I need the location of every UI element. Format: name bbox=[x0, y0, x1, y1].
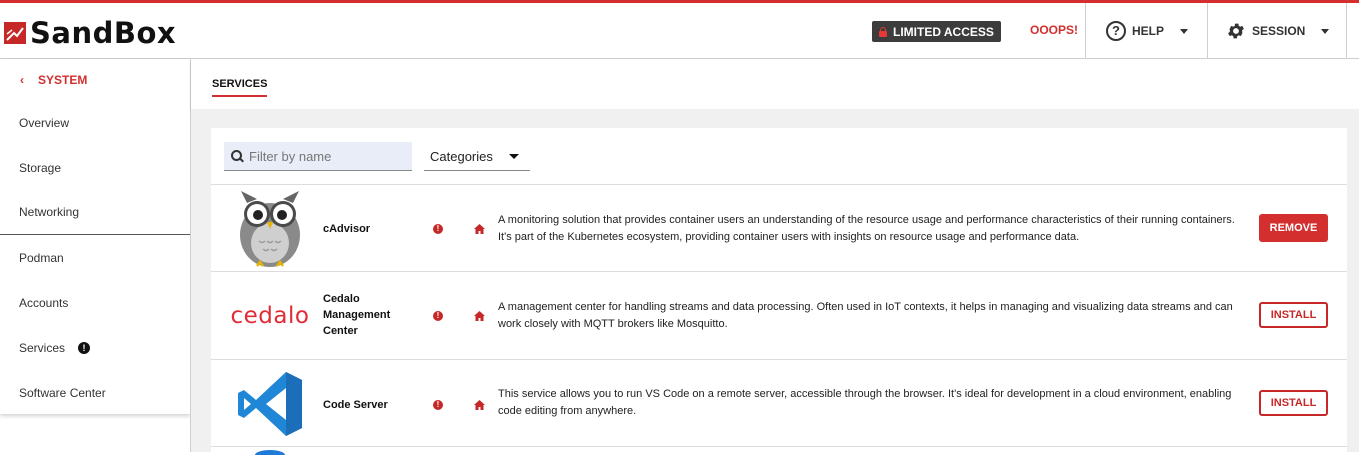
limited-access-badge: LIMITED ACCESS bbox=[872, 21, 1001, 42]
info-icon[interactable]: ! bbox=[433, 400, 443, 410]
install-button[interactable]: INSTALL bbox=[1259, 390, 1328, 416]
owl-icon bbox=[211, 185, 329, 273]
help-label: HELP bbox=[1132, 24, 1165, 38]
service-row: cedalo Cedalo Management Center ! A mana… bbox=[211, 271, 1347, 359]
sidebar-item-overview[interactable]: Overview bbox=[0, 100, 191, 145]
help-icon: ? bbox=[1106, 21, 1126, 41]
vscode-icon bbox=[211, 360, 329, 448]
gear-icon bbox=[1228, 23, 1244, 39]
service-description: A monitoring solution that provides cont… bbox=[498, 214, 1235, 243]
sidebar-item-label: Networking bbox=[19, 205, 80, 219]
sidebar-item-label: Overview bbox=[19, 115, 70, 130]
search-icon bbox=[231, 150, 243, 162]
logo-mark-icon bbox=[4, 22, 26, 44]
sidebar-item-networking[interactable]: Networking bbox=[0, 190, 191, 235]
sidebar: ‹ SYSTEM Overview Storage Networking Pod… bbox=[0, 59, 191, 414]
chevron-left-icon: ‹ bbox=[20, 72, 24, 87]
help-menu-button[interactable]: ? HELP bbox=[1085, 3, 1207, 59]
service-name: cAdvisor bbox=[323, 223, 371, 235]
filter-input[interactable] bbox=[249, 148, 399, 164]
home-icon[interactable] bbox=[474, 400, 485, 410]
service-name: Cedalo Management Center bbox=[323, 293, 391, 337]
service-row bbox=[211, 446, 1347, 456]
filter-field[interactable] bbox=[224, 142, 412, 171]
alert-badge-icon: ! bbox=[78, 341, 91, 354]
caret-down-icon bbox=[508, 153, 519, 159]
chevron-down-icon bbox=[1321, 28, 1330, 34]
sidebar-item-storage[interactable]: Storage bbox=[0, 145, 191, 190]
sidebar-item-services[interactable]: Services ! bbox=[0, 325, 191, 370]
sidebar-item-label: Accounts bbox=[19, 295, 69, 310]
service-description: This service allows you to run VS Code o… bbox=[498, 388, 1232, 417]
home-icon[interactable] bbox=[474, 311, 485, 321]
page-tabs: SERVICES bbox=[191, 59, 1359, 109]
app-logo[interactable]: SandBox bbox=[4, 18, 176, 48]
categories-select[interactable]: Categories bbox=[424, 142, 530, 171]
limited-access-label: LIMITED ACCESS bbox=[893, 24, 994, 39]
sidebar-back-label: SYSTEM bbox=[38, 72, 88, 87]
chevron-down-icon bbox=[1180, 28, 1189, 34]
lock-icon bbox=[878, 26, 887, 37]
sidebar-item-label: Storage bbox=[19, 160, 62, 175]
install-button[interactable]: INSTALL bbox=[1259, 302, 1328, 328]
sidebar-item-label: Services bbox=[19, 340, 66, 355]
sidebar-item-label: Podman bbox=[19, 250, 64, 265]
info-icon[interactable]: ! bbox=[433, 311, 443, 321]
sidebar-item-accounts[interactable]: Accounts bbox=[0, 280, 191, 325]
sidebar-item-label: Software Center bbox=[19, 385, 106, 400]
remove-button[interactable]: REMOVE bbox=[1259, 214, 1328, 242]
service-row: cAdvisor ! A monitoring solution that pr… bbox=[211, 184, 1347, 272]
session-label: SESSION bbox=[1252, 24, 1306, 38]
app-header: SandBox LIMITED ACCESS OOOPS! ? HELP SES… bbox=[0, 3, 1359, 59]
service-row: Code Server ! This service allows you to… bbox=[211, 359, 1347, 447]
cedalo-logo-text: cedalo bbox=[230, 303, 310, 329]
info-icon[interactable]: ! bbox=[433, 224, 443, 234]
ooops-link[interactable]: OOOPS! bbox=[1030, 23, 1078, 37]
categories-label: Categories bbox=[430, 148, 493, 164]
service-logo-icon bbox=[255, 450, 285, 455]
session-menu-button[interactable]: SESSION bbox=[1207, 3, 1347, 59]
service-description: A management center for handling streams… bbox=[498, 301, 1233, 330]
services-panel: Categories cAdvisor ! A mon bbox=[211, 128, 1347, 455]
tab-services[interactable]: SERVICES bbox=[212, 78, 268, 97]
sidebar-item-podman[interactable]: Podman bbox=[0, 235, 191, 280]
sidebar-item-software-center[interactable]: Software Center bbox=[0, 370, 191, 415]
home-icon[interactable] bbox=[474, 224, 485, 234]
service-name: Code Server bbox=[323, 399, 388, 411]
sidebar-back-system[interactable]: ‹ SYSTEM bbox=[0, 59, 191, 100]
app-name: SandBox bbox=[30, 16, 177, 50]
cedalo-logo: cedalo bbox=[211, 272, 329, 360]
